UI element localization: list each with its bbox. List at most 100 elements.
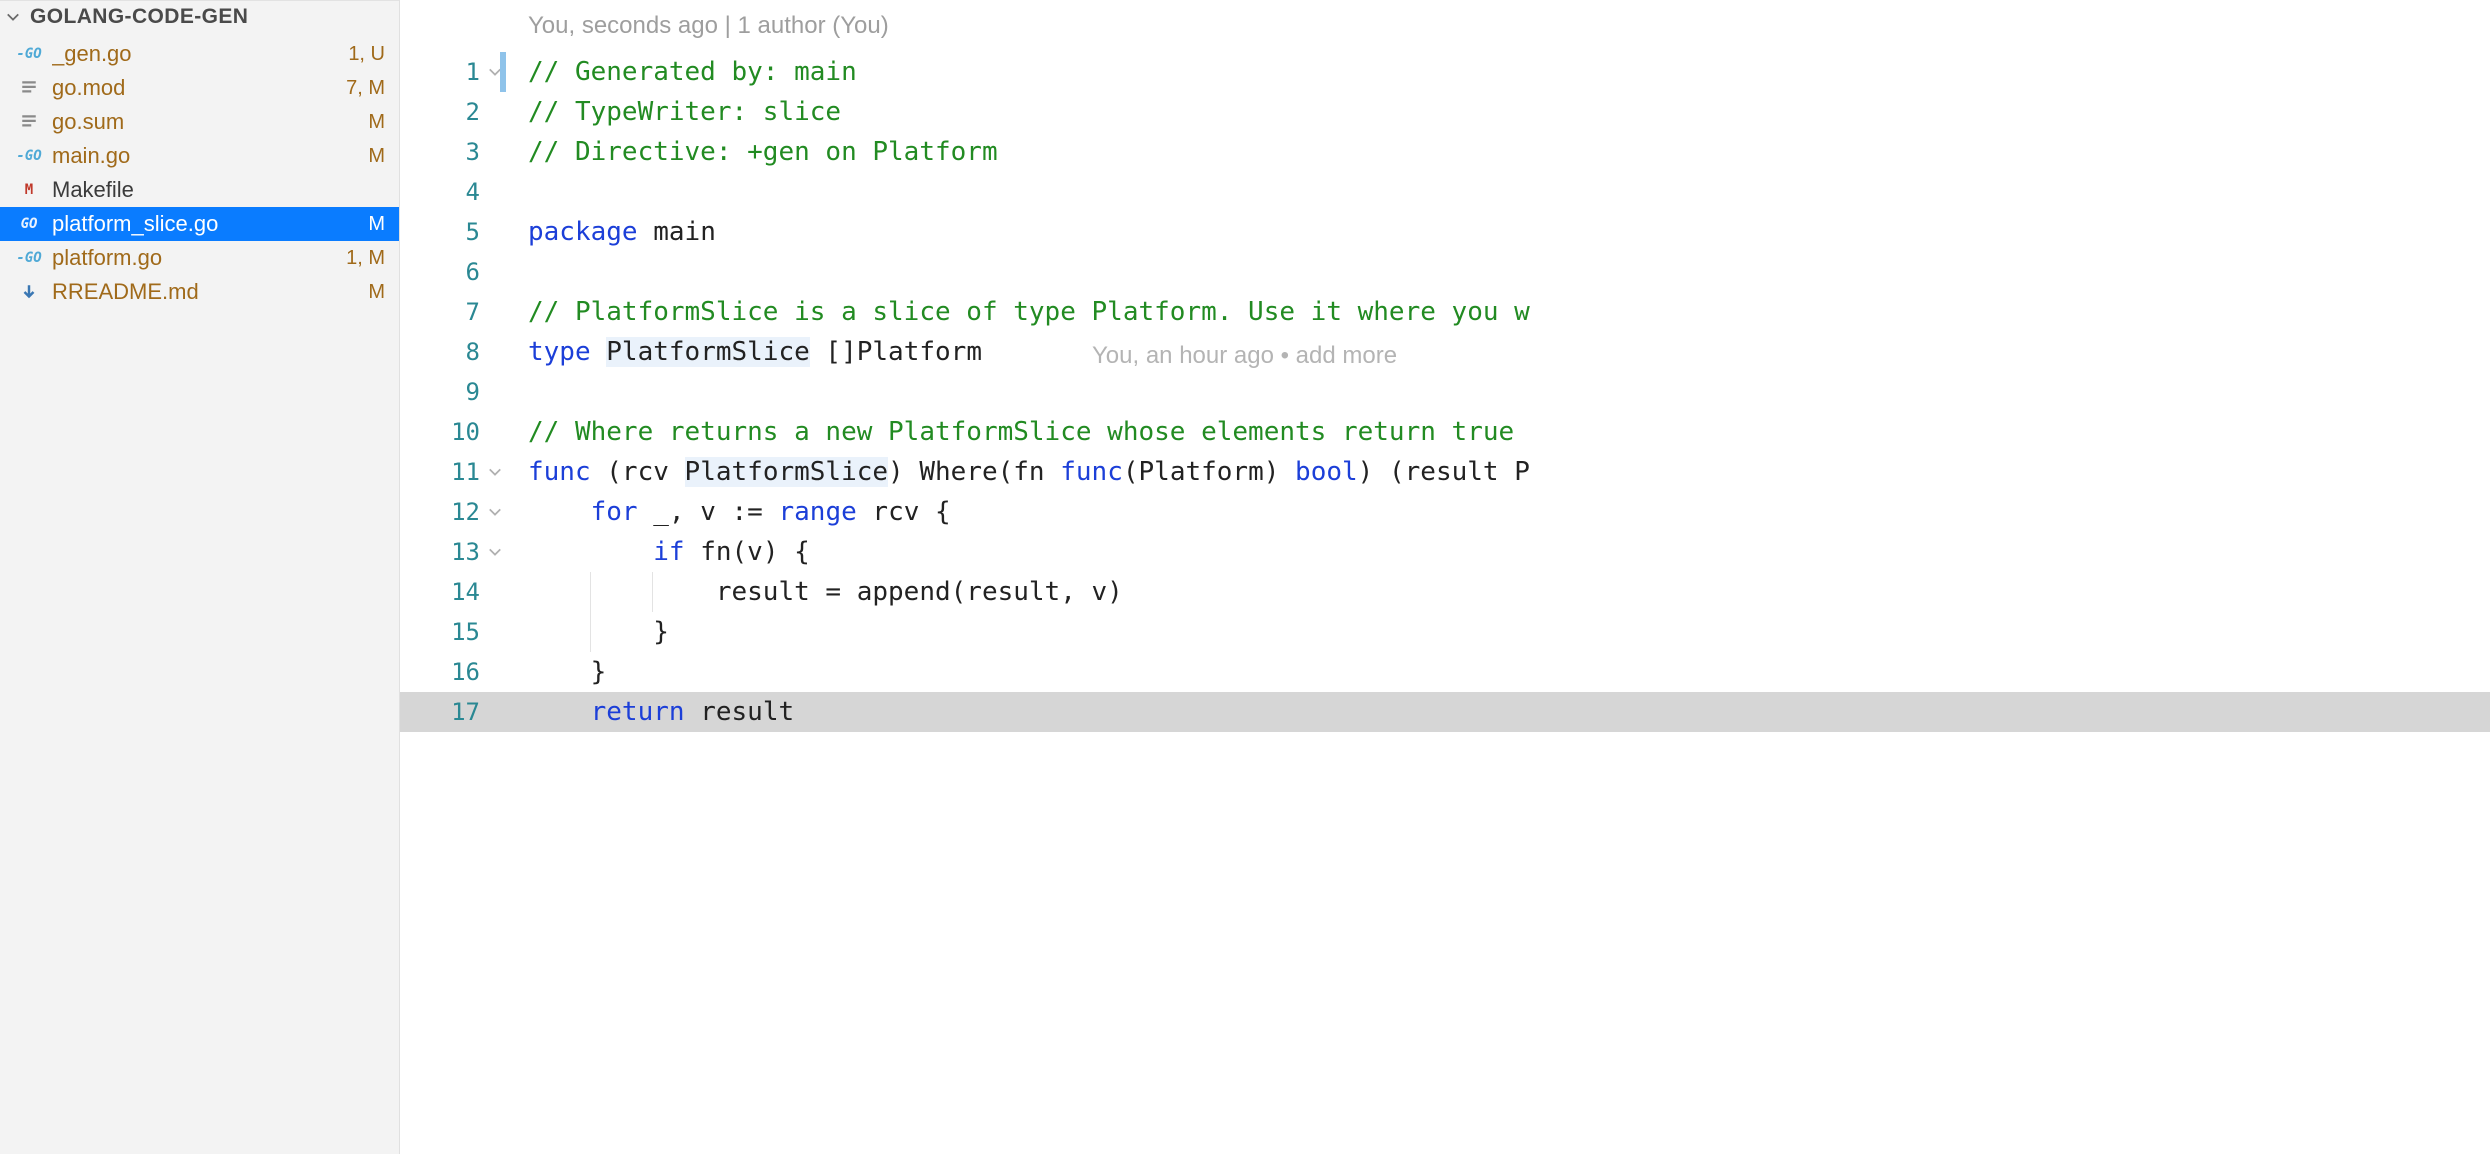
line-gutter[interactable]: 16 xyxy=(400,652,512,692)
code-content[interactable]: func (rcv PlatformSlice) Where(fn func(P… xyxy=(512,452,2490,492)
code-line[interactable]: 6 xyxy=(400,252,2490,292)
line-gutter[interactable]: 4 xyxy=(400,172,512,212)
code-line[interactable]: 14 result = append(result, v) xyxy=(400,572,2490,612)
line-number: 9 xyxy=(446,372,480,412)
line-gutter[interactable]: 8 xyxy=(400,332,512,372)
code-token: // PlatformSlice is a slice of type Plat… xyxy=(528,297,1530,327)
indent-guide xyxy=(652,572,653,612)
line-number: 10 xyxy=(446,412,480,452)
code-line[interactable]: 7 // PlatformSlice is a slice of type Pla… xyxy=(400,292,2490,332)
file-explorer: GOLANG-CODE-GEN -GO_gen.go1, Ugo.mod7, M… xyxy=(0,0,400,1154)
file-list: -GO_gen.go1, Ugo.mod7, Mgo.sumM-GOmain.g… xyxy=(0,37,399,309)
code-content[interactable]: } xyxy=(512,652,2490,692)
fold-icon[interactable] xyxy=(486,543,504,561)
file-row[interactable]: go.mod7, M xyxy=(0,71,399,105)
line-gutter[interactable]: 3 xyxy=(400,132,512,172)
code-token xyxy=(591,337,607,367)
code-line[interactable]: 2 // TypeWriter: slice xyxy=(400,92,2490,132)
line-gutter[interactable]: 7 xyxy=(400,292,512,332)
code-token: PlatformSlice xyxy=(685,457,889,487)
code-token: main xyxy=(638,217,716,247)
line-gutter[interactable]: 2 xyxy=(400,92,512,132)
file-git-status: 1, U xyxy=(348,43,385,66)
file-type-icon: -GO xyxy=(16,148,42,164)
file-row[interactable]: MMakefile xyxy=(0,173,399,207)
line-gutter[interactable]: 15 xyxy=(400,612,512,652)
code-line[interactable]: 12 for _, v := range rcv { xyxy=(400,492,2490,532)
line-gutter[interactable]: 10 xyxy=(400,412,512,452)
code-line[interactable]: 11func (rcv PlatformSlice) Where(fn func… xyxy=(400,452,2490,492)
code-content[interactable]: for _, v := range rcv { xyxy=(512,492,2490,532)
line-gutter[interactable]: 14 xyxy=(400,572,512,612)
inline-git-blame: You, an hour ago • add more xyxy=(1092,336,1404,376)
code-token: type xyxy=(528,337,591,367)
code-token: } xyxy=(528,617,669,647)
code-editor[interactable]: You, seconds ago | 1 author (You) 1 // Ge… xyxy=(400,0,2490,1154)
code-line[interactable]: 8type PlatformSlice []PlatformYou, an ho… xyxy=(400,332,2490,372)
file-row[interactable]: -GO_gen.go1, U xyxy=(0,37,399,71)
code-content[interactable]: // Directive: +gen on Platform xyxy=(512,132,2490,172)
file-name: platform_slice.go xyxy=(52,211,358,237)
fold-icon[interactable] xyxy=(486,463,504,481)
line-gutter[interactable]: 17 xyxy=(400,692,512,732)
code-content[interactable]: return result xyxy=(512,692,2490,732)
line-number: 6 xyxy=(446,252,480,292)
code-content[interactable]: // TypeWriter: slice xyxy=(512,92,2490,132)
line-gutter[interactable]: 6 xyxy=(400,252,512,292)
code-token xyxy=(528,697,591,727)
file-git-status: 1, M xyxy=(346,247,385,270)
code-content[interactable]: if fn(v) { xyxy=(512,532,2490,572)
line-gutter[interactable]: 13 xyxy=(400,532,512,572)
code-line[interactable]: 1 // Generated by: main xyxy=(400,52,2490,92)
code-line[interactable]: 13 if fn(v) { xyxy=(400,532,2490,572)
line-gutter[interactable]: 11 xyxy=(400,452,512,492)
file-row[interactable]: GOplatform_slice.goM xyxy=(0,207,399,241)
code-token: []Platform xyxy=(810,337,982,367)
file-row[interactable]: -GOplatform.go1, M xyxy=(0,241,399,275)
code-line[interactable]: 4 xyxy=(400,172,2490,212)
code-content[interactable]: } xyxy=(512,612,2490,652)
code-content[interactable]: // Generated by: main xyxy=(512,52,2490,92)
code-line[interactable]: 15 } xyxy=(400,612,2490,652)
file-git-status: M xyxy=(368,281,385,304)
code-token: result xyxy=(685,697,795,727)
fold-icon[interactable] xyxy=(486,503,504,521)
code-line[interactable]: 3// Directive: +gen on Platform xyxy=(400,132,2490,172)
code-line[interactable]: 16 } xyxy=(400,652,2490,692)
file-type-icon: GO xyxy=(16,216,42,232)
indent-guide xyxy=(590,612,591,652)
file-type-icon: M xyxy=(16,182,42,198)
code-content[interactable]: // Where returns a new PlatformSlice who… xyxy=(512,412,2490,452)
line-number: 4 xyxy=(446,172,480,212)
code-token: // Generated by: main xyxy=(528,57,857,87)
code-token: _, v := xyxy=(638,497,779,527)
cursor-indicator xyxy=(500,52,506,92)
file-name: platform.go xyxy=(52,245,336,271)
line-gutter[interactable]: 9 xyxy=(400,372,512,412)
file-row[interactable]: -GOmain.goM xyxy=(0,139,399,173)
line-number: 16 xyxy=(446,652,480,692)
code-token: bool xyxy=(1295,457,1358,487)
code-content[interactable]: // PlatformSlice is a slice of type Plat… xyxy=(512,292,2490,332)
line-gutter[interactable]: 12 xyxy=(400,492,512,532)
code-line[interactable]: 10 // Where returns a new PlatformSlice w… xyxy=(400,412,2490,452)
file-type-icon: -GO xyxy=(16,46,42,62)
code-content[interactable]: type PlatformSlice []PlatformYou, an hou… xyxy=(512,332,2490,372)
codelens-annotation[interactable]: You, seconds ago | 1 author (You) xyxy=(400,0,2490,52)
file-git-status: 7, M xyxy=(346,77,385,100)
code-line[interactable]: 17 return result xyxy=(400,692,2490,732)
file-row[interactable]: RREADME.mdM xyxy=(0,275,399,309)
code-token: // TypeWriter: slice xyxy=(528,97,841,127)
code-line[interactable]: 5package main xyxy=(400,212,2490,252)
code-token: result = append(result, v) xyxy=(528,577,1123,607)
line-number: 12 xyxy=(446,492,480,532)
line-gutter[interactable]: 5 xyxy=(400,212,512,252)
code-token: PlatformSlice xyxy=(606,337,810,367)
code-content[interactable]: package main xyxy=(512,212,2490,252)
code-line[interactable]: 9 xyxy=(400,372,2490,412)
project-name: GOLANG-CODE-GEN xyxy=(30,5,248,29)
file-row[interactable]: go.sumM xyxy=(0,105,399,139)
code-content[interactable]: result = append(result, v) xyxy=(512,572,2490,612)
line-gutter[interactable]: 1 xyxy=(400,52,512,92)
explorer-project-header[interactable]: GOLANG-CODE-GEN xyxy=(0,0,399,37)
